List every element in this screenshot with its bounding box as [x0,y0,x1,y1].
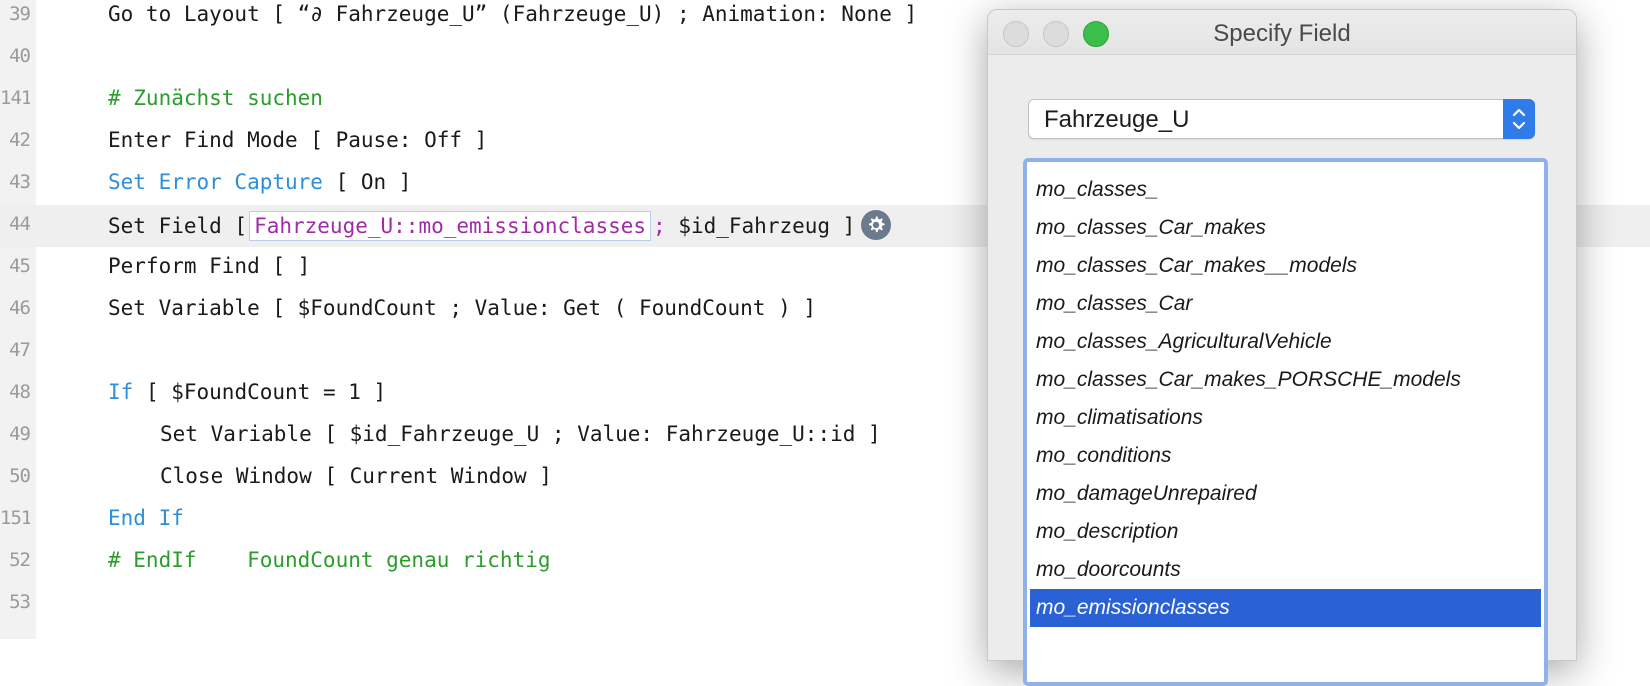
code-text: Set Variable [ $id_Fahrzeuge_U ; Value: … [160,422,881,446]
code-text: If [108,380,134,404]
script-step[interactable]: Set Field [Fahrzeuge_U::mo_emissionclass… [108,210,892,242]
code-text: [ On ] [322,170,412,194]
line-number: 46 [9,297,30,319]
line-number: 141 [0,87,30,109]
line-number: 48 [9,381,30,403]
code-text: [ $FoundCount = 1 ] [133,380,387,404]
field-list-item[interactable]: mo_damageUnrepaired [1030,475,1541,513]
field-list-item[interactable]: mo_description [1030,513,1541,551]
line-number: 52 [9,549,30,571]
line-number: 39 [9,3,30,25]
line-number: 40 [9,45,30,67]
code-text: Go to Layout [ “∂ Fahrzeuge_U” (Fahrzeug… [108,2,918,26]
line-number: 44 [9,213,30,235]
script-step[interactable]: Set Variable [ $FoundCount ; Value: Get … [108,296,816,320]
table-occurrence-select[interactable]: Fahrzeuge_U [1028,99,1535,139]
line-number: 151 [0,507,30,529]
code-text: ; [653,214,666,238]
line-number: 43 [9,171,30,193]
code-text: $id_Fahrzeug ] [665,214,856,238]
line-number: 49 [9,423,30,445]
line-number: 45 [9,255,30,277]
dialog-title: Specify Field [1213,20,1351,47]
code-text: Close Window [ Current Window ] [160,464,552,488]
script-step[interactable]: End If [108,506,184,530]
line-number: 53 [9,591,30,613]
line-number: 50 [9,465,30,487]
specify-field-dialog: Specify Field Fahrzeuge_U mo_classes_ mo_… [987,9,1577,686]
code-text: End If [108,506,184,530]
script-step[interactable]: Enter Find Mode [ Pause: Off ] [108,128,487,152]
code-text: Set Field [ [108,214,248,238]
code-text: Enter Find Mode [ Pause: Off ] [108,128,488,152]
field-list-item[interactable]: mo_climatisations [1030,399,1541,437]
script-step[interactable]: Set Error Capture [ On ] [108,170,411,194]
script-step[interactable]: # EndIf FoundCount genau richtig [108,548,551,572]
field-list-item[interactable]: mo_classes_Car_makes [1030,209,1541,247]
field-list-item[interactable]: mo_conditions [1030,437,1541,475]
code-text: # EndIf FoundCount genau richtig [108,548,551,572]
line-number: 47 [9,339,30,361]
script-step[interactable]: Perform Find [ ] [108,254,310,278]
chevron-up-down-icon[interactable] [1503,99,1535,139]
field-list-item[interactable]: mo_emissionclasses [1030,589,1541,627]
code-text: Set Error Capture [108,170,323,194]
table-select-value: Fahrzeuge_U [1044,106,1190,133]
field-list-item[interactable]: mo_classes_Car_makes__models [1030,247,1541,285]
script-step[interactable]: If [ $FoundCount = 1 ] [108,380,386,404]
field-list-item[interactable]: mo_classes_AgriculturalVehicle [1030,323,1541,361]
code-text: Set Variable [ $FoundCount ; Value: Get … [108,296,817,320]
script-step[interactable]: Go to Layout [ “∂ Fahrzeuge_U” (Fahrzeug… [108,2,917,26]
script-step[interactable]: # Zunächst suchen [108,86,323,110]
field-list[interactable]: mo_classes_ mo_classes_Car_makes mo_classe… [1023,158,1548,686]
code-text: # Zunächst suchen [108,86,323,110]
field-reference-token[interactable]: Fahrzeuge_U::mo_emissionclasses [249,211,652,241]
gear-icon[interactable] [861,210,892,240]
script-step[interactable]: Close Window [ Current Window ] [160,464,552,488]
field-list-item[interactable]: mo_classes_Car_makes_PORSCHE_models [1030,361,1541,399]
dialog-titlebar: Specify Field [988,10,1576,55]
field-list-item[interactable]: mo_classes_Car [1030,285,1541,323]
field-list-item[interactable]: mo_doorcounts [1030,551,1541,589]
field-list-item[interactable]: mo_classes_ [1030,171,1541,209]
code-text: Perform Find [ ] [108,254,311,278]
script-step[interactable]: Set Variable [ $id_Fahrzeuge_U ; Value: … [160,422,881,446]
line-number: 42 [9,129,30,151]
